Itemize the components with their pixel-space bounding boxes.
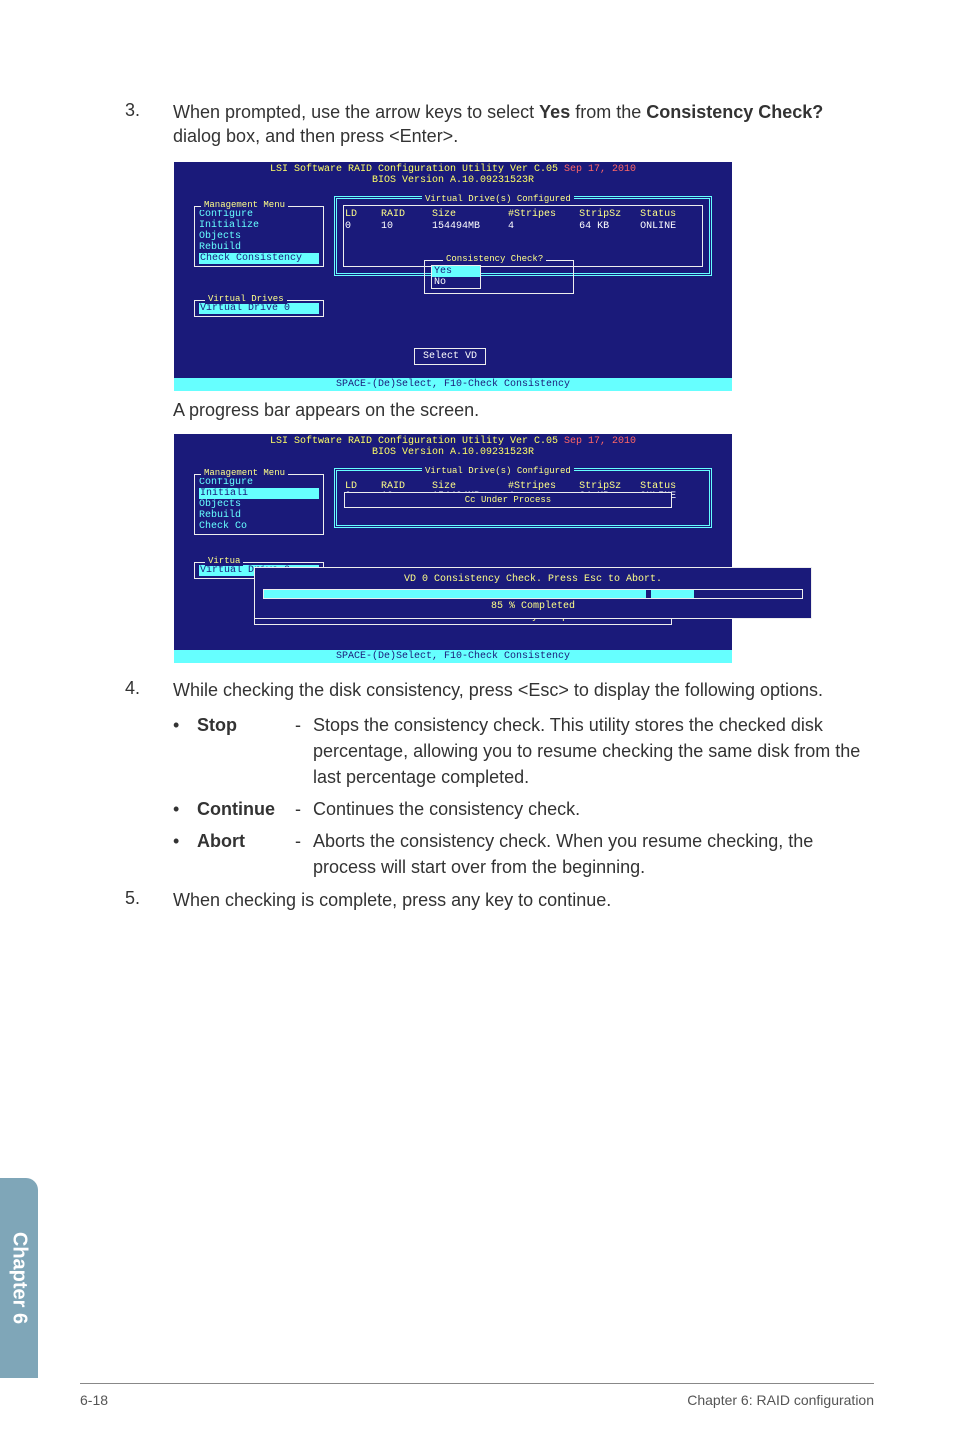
vd-col-size: Size bbox=[432, 209, 502, 220]
bios-title-a: LSI Software RAID Configuration Utility … bbox=[270, 164, 564, 175]
bios-screenshot-2: LSI Software RAID Configuration Utility … bbox=[173, 433, 733, 664]
step-number: 3. bbox=[125, 100, 173, 149]
bullet-sep: - bbox=[295, 796, 313, 822]
page-number: 6-18 bbox=[80, 1392, 108, 1408]
cc-legend: Consistency Check? bbox=[443, 254, 546, 264]
bios-header: LSI Software RAID Configuration Utility … bbox=[174, 162, 732, 188]
menu-item-configure[interactable]: Configure bbox=[199, 209, 319, 220]
bios-title-c: BIOS Version A.10.09231523R bbox=[372, 447, 534, 458]
progress-percent: 85 % Completed bbox=[263, 599, 803, 612]
bullet-sep: - bbox=[295, 712, 313, 790]
abort-message: VD 0 Consistency Check. Press Esc to Abo… bbox=[263, 574, 803, 585]
bullet-icon: • bbox=[173, 828, 197, 880]
virtual-drive-0[interactable]: Virtual Drive 0 bbox=[199, 303, 319, 314]
menu-legend: Management Menu bbox=[201, 468, 288, 478]
help-bar: SPACE-(De)Select, F10-Check Consistency bbox=[174, 378, 732, 391]
management-menu: Management Menu Configure Initialize Obj… bbox=[194, 206, 324, 267]
cc-option-yes[interactable]: Yes bbox=[432, 266, 480, 277]
bios-header: LSI Software RAID Configuration Utility … bbox=[174, 434, 732, 460]
vd-legend: Virtual Drive(s) Configured bbox=[422, 466, 574, 476]
vd-col-raid: RAID bbox=[381, 209, 426, 220]
bullet-sep: - bbox=[295, 828, 313, 880]
menu-item-initialize[interactable]: Initialize bbox=[199, 220, 319, 231]
option-desc: Aborts the consistency check. When you r… bbox=[313, 828, 874, 880]
step-3: 3. When prompted, use the arrow keys to … bbox=[125, 100, 874, 149]
under-process-box: Cc Under Process bbox=[344, 492, 672, 508]
menu-item-check-consistency[interactable]: Check Consistency bbox=[199, 253, 319, 264]
text-frag: When prompted, use the arrow keys to sel… bbox=[173, 102, 539, 122]
option-term: Abort bbox=[197, 828, 295, 880]
menu-item-check-consistency[interactable]: Check Co bbox=[199, 521, 319, 532]
cc-option-no[interactable]: No bbox=[432, 277, 480, 288]
help-bar: SPACE-(De)Select, F10-Check Consistency bbox=[174, 650, 732, 663]
menu-item-rebuild[interactable]: Rebuild bbox=[199, 510, 319, 521]
vd-header-row: LD RAID Size #Stripes StripSz Status bbox=[345, 209, 701, 220]
step-text: When prompted, use the arrow keys to sel… bbox=[173, 100, 874, 149]
step-text: When checking is complete, press any key… bbox=[173, 888, 874, 912]
vd-col-stripsz: StripSz bbox=[579, 209, 634, 220]
bios-title-b: Sep 17, 2010 bbox=[564, 164, 636, 175]
text-frag-yes: Yes bbox=[539, 102, 570, 122]
progress-box: VD 0 Consistency Check. Press Esc to Abo… bbox=[254, 567, 812, 619]
menu-legend: Management Menu bbox=[201, 200, 288, 210]
vd-val-status: ONLINE bbox=[640, 221, 690, 232]
vd-data-row: 0 10 154494MB 4 64 KB ONLINE bbox=[345, 221, 701, 232]
vdrives-legend: Virtual Drives bbox=[205, 294, 287, 304]
menu-item-objects[interactable]: Objects bbox=[199, 499, 319, 510]
bullet-icon: • bbox=[173, 796, 197, 822]
option-abort: • Abort - Aborts the consistency check. … bbox=[173, 828, 874, 880]
option-stop: • Stop - Stops the consistency check. Th… bbox=[173, 712, 874, 790]
step-number: 5. bbox=[125, 888, 173, 912]
option-desc: Continues the consistency check. bbox=[313, 796, 874, 822]
chapter-tab: Chapter 6 bbox=[0, 1178, 38, 1378]
consistency-check-dialog: Consistency Check? Yes No bbox=[424, 260, 574, 294]
vd-legend: Virtual Drive(s) Configured bbox=[422, 194, 574, 204]
bios-title-b: Sep 17, 2010 bbox=[564, 436, 636, 447]
bios-title-c: BIOS Version A.10.09231523R bbox=[372, 175, 534, 186]
vd-val-ld: 0 bbox=[345, 221, 375, 232]
step-5: 5. When checking is complete, press any … bbox=[125, 888, 874, 912]
bullet-icon: • bbox=[173, 712, 197, 790]
management-menu: Management Menu Configure Initiali Objec… bbox=[194, 474, 324, 535]
bios-screenshot-1: LSI Software RAID Configuration Utility … bbox=[173, 161, 733, 392]
vd-col-stripes: #Stripes bbox=[508, 209, 573, 220]
menu-item-rebuild[interactable]: Rebuild bbox=[199, 242, 319, 253]
menu-item-objects[interactable]: Objects bbox=[199, 231, 319, 242]
vd-col-status: Status bbox=[640, 209, 690, 220]
option-term: Stop bbox=[197, 712, 295, 790]
options-list: • Stop - Stops the consistency check. Th… bbox=[173, 712, 874, 881]
step-number: 4. bbox=[125, 678, 173, 702]
progress-caption: A progress bar appears on the screen. bbox=[173, 400, 874, 421]
step-4: 4. While checking the disk consistency, … bbox=[125, 678, 874, 702]
chapter-tab-label: Chapter 6 bbox=[8, 1232, 31, 1324]
virtual-drives-box: Virtual Drives Virtual Drive 0 bbox=[194, 300, 324, 317]
chapter-title: Chapter 6: RAID configuration bbox=[687, 1392, 874, 1408]
select-vd-button[interactable]: Select VD bbox=[414, 348, 486, 365]
option-term: Continue bbox=[197, 796, 295, 822]
vd-val-stripsz: 64 KB bbox=[579, 221, 634, 232]
menu-item-initialize[interactable]: Initiali bbox=[199, 488, 319, 499]
vd-val-stripes: 4 bbox=[508, 221, 573, 232]
vdrives-legend: Virtua bbox=[205, 556, 243, 566]
vd-val-raid: 10 bbox=[381, 221, 426, 232]
text-frag-ccheck: Consistency Check? bbox=[646, 102, 823, 122]
option-desc: Stops the consistency check. This utilit… bbox=[313, 712, 874, 790]
step-text: While checking the disk consistency, pre… bbox=[173, 678, 874, 702]
menu-item-configure[interactable]: Configure bbox=[199, 477, 319, 488]
option-continue: • Continue - Continues the consistency c… bbox=[173, 796, 874, 822]
text-frag: from the bbox=[570, 102, 646, 122]
progress-bar bbox=[263, 589, 803, 599]
bios-title-a: LSI Software RAID Configuration Utility … bbox=[270, 436, 564, 447]
vd-val-size: 154494MB bbox=[432, 221, 502, 232]
vd-col-ld: LD bbox=[345, 209, 375, 220]
page-footer: 6-18 Chapter 6: RAID configuration bbox=[80, 1383, 874, 1408]
text-frag: dialog box, and then press <Enter>. bbox=[173, 126, 458, 146]
